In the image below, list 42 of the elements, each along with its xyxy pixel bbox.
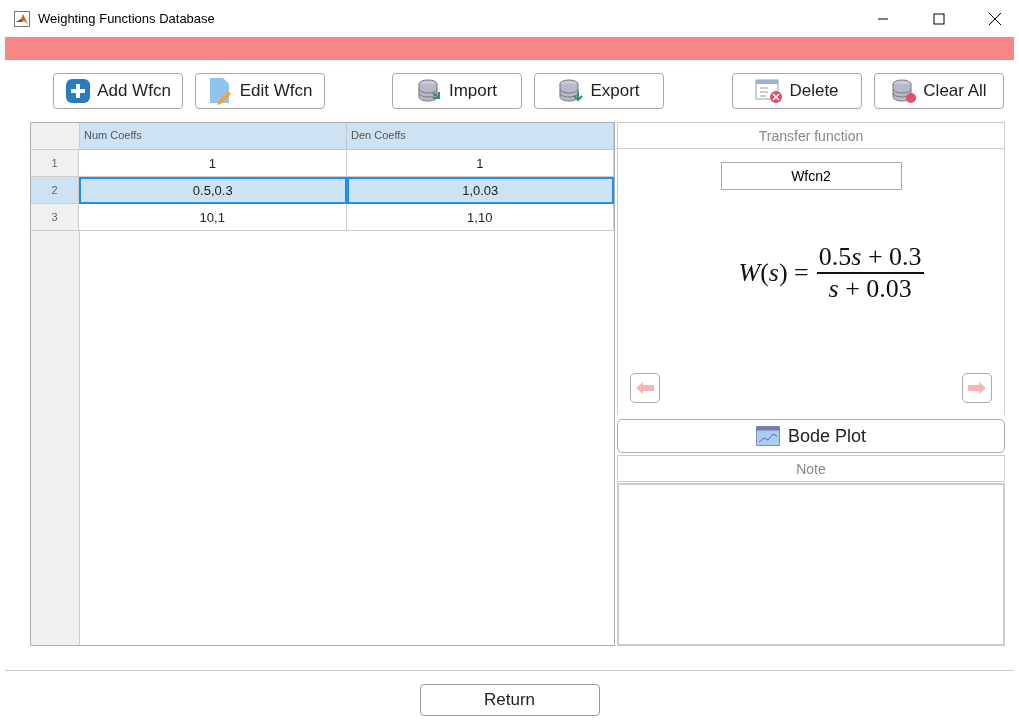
plus-icon bbox=[65, 78, 92, 104]
table-cell[interactable]: 1,10 bbox=[346, 204, 614, 231]
database-arrow-icon bbox=[558, 78, 585, 104]
toolbar-button[interactable]: Clear All bbox=[874, 73, 1004, 109]
column-header[interactable]: Num Coeffs bbox=[80, 123, 347, 150]
note-field[interactable] bbox=[617, 483, 1005, 646]
bode-plot-button[interactable]: Bode Plot bbox=[617, 419, 1005, 453]
row-header[interactable]: 3 bbox=[31, 204, 79, 231]
table-cell[interactable]: 0.5,0.3 bbox=[79, 177, 347, 204]
table-cell[interactable]: 10,1 bbox=[79, 204, 347, 231]
window-title: Weighting Functions Database bbox=[38, 11, 216, 26]
name-field[interactable]: Wfcn2 bbox=[720, 162, 902, 190]
right-arrow-icon bbox=[967, 381, 987, 395]
formula-denominator: s + 0.03 bbox=[828, 274, 912, 304]
maximize-icon[interactable] bbox=[933, 12, 945, 25]
chart-icon bbox=[755, 426, 780, 446]
panel-title: Note bbox=[617, 455, 1005, 482]
left-arrow-icon bbox=[635, 381, 655, 395]
toolbar-button[interactable]: Export bbox=[534, 73, 664, 109]
table-cell[interactable]: 1 bbox=[346, 150, 614, 177]
toolbar-button[interactable]: Delete bbox=[732, 73, 862, 109]
window-delete-icon bbox=[755, 78, 784, 104]
toolbar-button[interactable]: Add Wfcn bbox=[53, 73, 183, 109]
formula-lhs: W(s) = bbox=[738, 258, 809, 288]
formula-numerator: 0.5s + 0.3 bbox=[816, 242, 924, 274]
row-header[interactable]: 2 bbox=[31, 177, 79, 204]
app-logo-icon bbox=[14, 10, 30, 27]
column-header[interactable]: Den Coeffs bbox=[347, 123, 614, 150]
table-corner[interactable] bbox=[31, 123, 80, 150]
document-pencil-icon bbox=[207, 77, 234, 105]
close-icon[interactable] bbox=[988, 11, 1002, 26]
row-header[interactable]: 1 bbox=[31, 150, 79, 177]
toolbar-button[interactable]: Edit Wfcn bbox=[195, 73, 325, 109]
next-button[interactable] bbox=[962, 373, 992, 403]
panel-title: Transfer function bbox=[617, 122, 1005, 149]
table-cell[interactable]: 1,0.03 bbox=[346, 177, 614, 204]
database-delete-icon bbox=[891, 78, 918, 104]
return-button[interactable]: Return bbox=[419, 684, 600, 716]
table-cell[interactable]: 1 bbox=[79, 150, 347, 177]
toolbar-button[interactable]: Import bbox=[392, 73, 522, 109]
database-arrow-icon bbox=[416, 78, 443, 104]
previous-button[interactable] bbox=[630, 373, 660, 403]
